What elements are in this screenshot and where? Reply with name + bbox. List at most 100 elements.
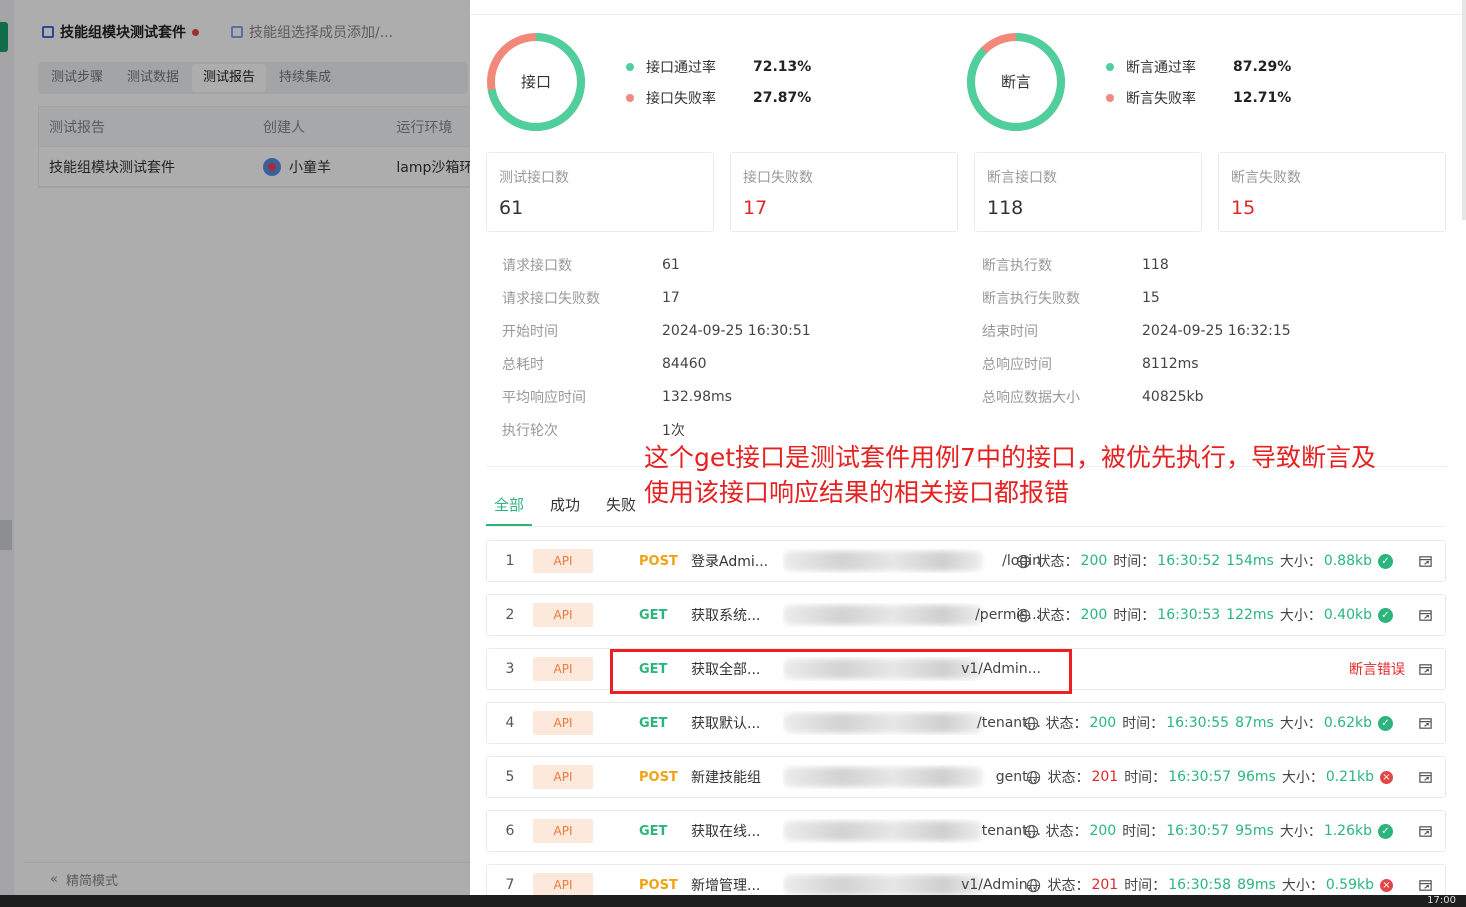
api-badge: API xyxy=(533,873,593,895)
open-detail-icon[interactable] xyxy=(1418,554,1433,569)
red-annotation-note: 这个get接口是测试套件用例7中的接口，被优先执行，导致断言及 使用该接口响应结… xyxy=(644,443,1376,507)
response-size: 0.21kb xyxy=(1325,769,1374,785)
assertion-pass-ring: 断言 xyxy=(966,32,1066,132)
details-right: 断言执行数 118 断言执行失败数 15 结束时间 2024-09-25 16:32:… xyxy=(982,248,1291,413)
assertion-pass-rate: 断言通过率 87.29% xyxy=(1106,51,1291,82)
request-url: gent... xyxy=(783,765,1045,789)
globe-icon xyxy=(1016,608,1030,622)
request-row[interactable]: 1 API POST 登录Admi.../login 状态： 200 时间： 16:30:52… xyxy=(486,540,1446,582)
response-size: 0.59kb xyxy=(1325,877,1374,893)
detail-row: 总耗时 84460 xyxy=(502,355,707,373)
request-meta: 状态： 200 时间： 16:30:53 122ms 大小： 0.40kb ✓ xyxy=(1016,605,1393,625)
tab-all[interactable]: 全部 xyxy=(486,490,533,526)
detail-row: 断言执行数 118 xyxy=(982,256,1169,274)
api-badge: API xyxy=(533,549,593,573)
request-index: 4 xyxy=(505,715,515,731)
request-index: 1 xyxy=(505,553,515,569)
status-code: 200 xyxy=(1080,607,1108,623)
api-badge: API xyxy=(533,819,593,843)
request-index: 5 xyxy=(505,769,515,785)
request-time: 16:30:58 xyxy=(1168,877,1232,893)
interface-pass-ring: 接口 xyxy=(486,32,586,132)
error-circle-icon: × xyxy=(1380,770,1393,784)
request-index: 6 xyxy=(505,823,515,839)
api-badge: API xyxy=(533,711,593,735)
detail-row: 平均响应时间 132.98ms xyxy=(502,388,732,406)
request-meta: 状态： 200 时间： 16:30:52 154ms 大小： 0.88kb ✓ xyxy=(1016,551,1393,571)
request-index: 3 xyxy=(505,661,515,677)
detail-row: 请求接口数 61 xyxy=(502,256,680,274)
request-meta: 状态： 200 时间： 16:30:55 87ms 大小： 0.62kb ✓ xyxy=(1024,713,1393,733)
open-detail-icon[interactable] xyxy=(1418,608,1433,623)
drawer-scrollbar[interactable] xyxy=(1462,0,1466,220)
check-circle-icon: ✓ xyxy=(1378,823,1393,839)
detail-row: 总响应数据大小 40825kb xyxy=(982,388,1204,406)
request-duration: 95ms xyxy=(1235,823,1274,839)
redacted-url-blur xyxy=(783,875,983,895)
open-detail-icon[interactable] xyxy=(1418,716,1433,731)
request-url: /tenant... xyxy=(783,711,1045,735)
result-filter-tabs: 全部 成功 失败 xyxy=(486,490,654,526)
request-row[interactable]: 4 API GET 获取默认.../tenant... 状态： 200 时间： 16:30:5… xyxy=(486,702,1446,744)
request-name: 获取系统... xyxy=(691,608,761,624)
stat-card-failed-interfaces: 接口失败数 17 xyxy=(730,152,958,232)
status-code: 201 xyxy=(1091,769,1119,785)
modal-mask[interactable] xyxy=(0,0,470,895)
http-method: POST xyxy=(639,553,678,569)
os-taskbar: 17:00 xyxy=(0,895,1466,907)
api-badge: API xyxy=(533,657,593,681)
redacted-url-blur xyxy=(783,713,983,733)
globe-icon xyxy=(1027,878,1041,892)
details-left: 请求接口数 61 请求接口失败数 17 开始时间 2024-09-25 16:30:5… xyxy=(502,248,811,446)
globe-icon xyxy=(1027,770,1041,784)
request-duration: 89ms xyxy=(1237,877,1276,893)
request-url: v1/Admin... xyxy=(783,873,1045,895)
request-duration: 96ms xyxy=(1237,769,1276,785)
legend-dot-fail xyxy=(1106,93,1114,102)
error-circle-icon: × xyxy=(1380,878,1393,892)
interface-pass-rate: 接口通过率 72.13% xyxy=(626,51,811,82)
request-name: 获取在线... xyxy=(691,824,761,840)
request-duration: 122ms xyxy=(1226,607,1274,623)
http-method: GET xyxy=(639,823,668,839)
request-row[interactable]: 2 API GET 获取系统.../permis... 状态： 200 时间： 16:30:5… xyxy=(486,594,1446,636)
legend-dot-pass xyxy=(626,62,634,71)
request-meta: 状态： 201 时间： 16:30:57 96ms 大小： 0.21kb × xyxy=(1026,767,1393,787)
ring-label: 断言 xyxy=(1000,73,1031,91)
request-time: 16:30:55 xyxy=(1166,715,1230,731)
redacted-url-blur xyxy=(783,821,983,841)
request-time: 16:30:57 xyxy=(1166,823,1230,839)
request-row[interactable]: 5 API POST 新建技能组 gent... 状态： 201 时间： 16:30:57 96m… xyxy=(486,756,1446,798)
api-badge: API xyxy=(533,603,593,627)
request-url: tenant... xyxy=(783,819,1045,843)
request-meta: 状态： 201 时间： 16:30:58 89ms 大小： 0.59kb × xyxy=(1026,875,1393,895)
http-method: GET xyxy=(639,715,668,731)
request-name: 新增管理... xyxy=(691,878,761,894)
request-url: /permis... xyxy=(783,603,1045,627)
check-circle-icon: ✓ xyxy=(1378,607,1393,623)
request-time: 16:30:52 xyxy=(1157,553,1221,569)
tab-success[interactable]: 成功 xyxy=(542,490,588,526)
request-row[interactable]: 7 API POST 新增管理... v1/Admin... 状态： 201 时间： 16:30… xyxy=(486,864,1446,895)
open-detail-icon[interactable] xyxy=(1418,878,1433,893)
http-method: POST xyxy=(639,877,678,893)
tab-failed[interactable]: 失败 xyxy=(598,490,644,526)
globe-icon xyxy=(1025,824,1039,838)
detail-row: 断言执行失败数 15 xyxy=(982,289,1160,307)
detail-row: 请求接口失败数 17 xyxy=(502,289,680,307)
request-duration: 87ms xyxy=(1235,715,1274,731)
request-name: 新建技能组 xyxy=(691,770,761,786)
drawer-header-divider xyxy=(470,14,1462,15)
tabs-underline xyxy=(486,526,1446,527)
detail-row: 结束时间 2024-09-25 16:32:15 xyxy=(982,322,1291,340)
status-code: 200 xyxy=(1089,715,1117,731)
request-row[interactable]: 6 API GET 获取在线... tenant... 状态： 200 时间： 16:30:57… xyxy=(486,810,1446,852)
open-detail-icon[interactable] xyxy=(1418,824,1433,839)
open-detail-icon[interactable] xyxy=(1418,662,1433,677)
stat-card-assertion-interfaces: 断言接口数 118 xyxy=(974,152,1202,232)
interface-fail-rate: 接口失败率 27.87% xyxy=(626,82,811,113)
open-detail-icon[interactable] xyxy=(1418,770,1433,785)
request-duration: 154ms xyxy=(1226,553,1274,569)
stat-card-failed-assertions: 断言失败数 15 xyxy=(1218,152,1446,232)
assertion-error-label: 断言错误 xyxy=(1349,662,1405,678)
